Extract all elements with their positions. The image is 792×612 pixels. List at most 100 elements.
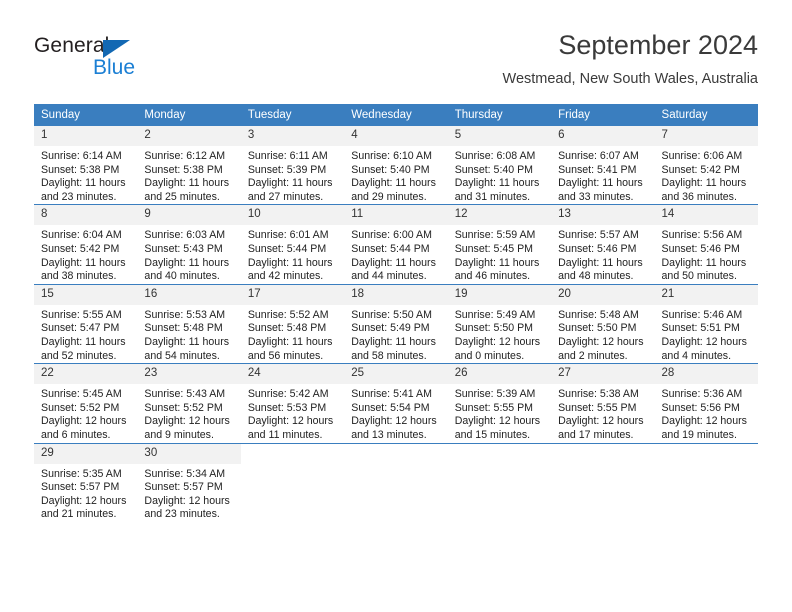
day-cell[interactable]: 21 Sunrise: 5:46 AM Sunset: 5:51 PM Dayl…: [654, 283, 758, 364]
day-details: Sunrise: 5:53 AM Sunset: 5:48 PM Dayligh…: [137, 305, 240, 363]
day-cell[interactable]: 20 Sunrise: 5:48 AM Sunset: 5:50 PM Dayl…: [551, 283, 655, 364]
day-number: 30: [137, 443, 241, 464]
daylight-text-line2: and 13 minutes.: [351, 428, 427, 441]
sunset-text: Sunset: 5:42 PM: [661, 163, 740, 176]
daylight-text-line1: Daylight: 12 hours: [558, 415, 644, 428]
day-number: 15: [34, 284, 138, 305]
day-number: 26: [447, 364, 552, 385]
daylight-text-line2: and 44 minutes.: [351, 270, 427, 283]
day-cell[interactable]: 17 Sunrise: 5:52 AM Sunset: 5:48 PM Dayl…: [240, 283, 345, 364]
sunset-text: Sunset: 5:54 PM: [351, 401, 430, 414]
daylight-text-line2: and 11 minutes.: [247, 428, 323, 441]
day-cell[interactable]: 28 Sunrise: 5:36 AM Sunset: 5:56 PM Dayl…: [654, 363, 758, 443]
daylight-text-line2: and 15 minutes.: [454, 428, 531, 441]
daylight-text-line1: Daylight: 11 hours: [454, 177, 540, 190]
sunset-text: Sunset: 5:49 PM: [351, 322, 430, 335]
day-cell[interactable]: 22 Sunrise: 5:45 AM Sunset: 5:52 PM Dayl…: [34, 363, 138, 443]
daylight-text-line1: Daylight: 12 hours: [558, 335, 644, 348]
sunset-text: Sunset: 5:38 PM: [41, 163, 120, 176]
day-cell[interactable]: 9 Sunrise: 6:03 AM Sunset: 5:43 PM Dayli…: [137, 204, 241, 285]
day-cell[interactable]: 14 Sunrise: 5:56 AM Sunset: 5:46 PM Dayl…: [654, 204, 758, 285]
daylight-text-line1: Daylight: 11 hours: [661, 177, 747, 190]
day-cell[interactable]: 2 Sunrise: 6:12 AM Sunset: 5:38 PM Dayli…: [137, 124, 241, 205]
day-cell[interactable]: 24 Sunrise: 5:42 AM Sunset: 5:53 PM Dayl…: [240, 363, 345, 443]
day-number: 17: [240, 284, 345, 305]
day-cell[interactable]: 8 Sunrise: 6:04 AM Sunset: 5:42 PM Dayli…: [34, 204, 138, 285]
daylight-text-line1: Daylight: 11 hours: [558, 256, 643, 269]
sunset-text: Sunset: 5:47 PM: [41, 322, 120, 335]
day-cell[interactable]: 1 Sunrise: 6:14 AM Sunset: 5:38 PM Dayli…: [34, 124, 138, 205]
daylight-text-line1: Daylight: 12 hours: [661, 415, 747, 428]
daylight-text-line2: and 36 minutes.: [661, 190, 737, 203]
day-cell[interactable]: 7 Sunrise: 6:06 AM Sunset: 5:42 PM Dayli…: [654, 124, 758, 205]
day-cell[interactable]: 3 Sunrise: 6:11 AM Sunset: 5:39 PM Dayli…: [240, 124, 345, 205]
day-cell[interactable]: 19 Sunrise: 5:49 AM Sunset: 5:50 PM Dayl…: [447, 283, 552, 364]
day-number: 1: [34, 126, 138, 146]
sunrise-text: Sunrise: 5:52 AM: [247, 308, 329, 321]
sunset-text: Sunset: 5:38 PM: [144, 163, 223, 176]
day-cell[interactable]: 13 Sunrise: 5:57 AM Sunset: 5:46 PM Dayl…: [551, 204, 655, 285]
sunrise-text: Sunrise: 5:48 AM: [558, 308, 639, 321]
day-cell[interactable]: 5 Sunrise: 6:08 AM Sunset: 5:40 PM Dayli…: [447, 124, 552, 205]
daylight-text-line2: and 29 minutes.: [351, 190, 427, 203]
day-cell[interactable]: 6 Sunrise: 6:07 AM Sunset: 5:41 PM Dayli…: [551, 124, 655, 205]
daylight-text-line1: Daylight: 11 hours: [41, 177, 126, 190]
day-details: Sunrise: 6:03 AM Sunset: 5:43 PM Dayligh…: [137, 225, 240, 283]
daylight-text-line2: and 6 minutes.: [41, 428, 111, 441]
day-details: Sunrise: 6:08 AM Sunset: 5:40 PM Dayligh…: [448, 146, 551, 204]
day-cell[interactable]: 30 Sunrise: 5:34 AM Sunset: 5:57 PM Dayl…: [137, 442, 241, 522]
day-cell[interactable]: 12 Sunrise: 5:59 AM Sunset: 5:45 PM Dayl…: [447, 204, 552, 285]
day-cell[interactable]: 15 Sunrise: 5:55 AM Sunset: 5:47 PM Dayl…: [34, 283, 138, 364]
general-blue-logo[interactable]: General Blue: [34, 34, 204, 90]
daylight-text-line2: and 17 minutes.: [558, 428, 634, 441]
day-cell[interactable]: 25 Sunrise: 5:41 AM Sunset: 5:54 PM Dayl…: [344, 363, 448, 443]
calendar-week-row: 15 Sunrise: 5:55 AM Sunset: 5:47 PM Dayl…: [34, 283, 758, 364]
daylight-text-line2: and 19 minutes.: [661, 428, 737, 441]
weekday-header-wednesday: Wednesday: [344, 104, 448, 126]
sunset-text: Sunset: 5:48 PM: [144, 322, 223, 335]
sunrise-text: Sunrise: 6:00 AM: [351, 229, 432, 242]
day-details: Sunrise: 5:45 AM Sunset: 5:52 PM Dayligh…: [34, 384, 137, 442]
day-details: Sunrise: 5:43 AM Sunset: 5:52 PM Dayligh…: [137, 384, 240, 442]
sunrise-text: Sunrise: 5:50 AM: [351, 308, 432, 321]
calendar-week-row: 29 Sunrise: 5:35 AM Sunset: 5:57 PM Dayl…: [34, 442, 758, 522]
day-cell[interactable]: 27 Sunrise: 5:38 AM Sunset: 5:55 PM Dayl…: [551, 363, 655, 443]
daylight-text-line2: and 23 minutes.: [144, 508, 220, 521]
day-cell[interactable]: 18 Sunrise: 5:50 AM Sunset: 5:49 PM Dayl…: [344, 283, 448, 364]
daylight-text-line2: and 25 minutes.: [144, 190, 220, 203]
sunset-text: Sunset: 5:56 PM: [661, 401, 740, 414]
daylight-text-line1: Daylight: 11 hours: [351, 256, 436, 269]
daylight-text-line2: and 21 minutes.: [41, 508, 117, 521]
daylight-text-line2: and 56 minutes.: [247, 349, 324, 362]
daylight-text-line2: and 42 minutes.: [247, 270, 324, 283]
day-cell[interactable]: 16 Sunrise: 5:53 AM Sunset: 5:48 PM Dayl…: [137, 283, 241, 364]
day-details: Sunrise: 6:06 AM Sunset: 5:42 PM Dayligh…: [655, 146, 758, 204]
day-cell[interactable]: 26 Sunrise: 5:39 AM Sunset: 5:55 PM Dayl…: [447, 363, 552, 443]
daylight-text-line1: Daylight: 12 hours: [454, 335, 541, 348]
day-number: [447, 443, 552, 464]
daylight-text-line1: Daylight: 11 hours: [351, 335, 436, 348]
day-details: Sunrise: 6:07 AM Sunset: 5:41 PM Dayligh…: [551, 146, 654, 204]
daylight-text-line2: and 54 minutes.: [144, 349, 220, 362]
day-cell-empty: [240, 442, 345, 522]
day-cell[interactable]: 4 Sunrise: 6:10 AM Sunset: 5:40 PM Dayli…: [344, 124, 448, 205]
sunset-text: Sunset: 5:40 PM: [454, 163, 534, 176]
day-number: 28: [654, 364, 758, 385]
sunset-text: Sunset: 5:52 PM: [41, 401, 120, 414]
daylight-text-line1: Daylight: 11 hours: [247, 177, 333, 190]
day-cell[interactable]: 11 Sunrise: 6:00 AM Sunset: 5:44 PM Dayl…: [344, 204, 448, 285]
page-subtitle: Westmead, New South Wales, Australia: [502, 71, 758, 87]
day-cell[interactable]: 10 Sunrise: 6:01 AM Sunset: 5:44 PM Dayl…: [240, 204, 345, 285]
day-number: [240, 443, 345, 464]
sunset-text: Sunset: 5:55 PM: [558, 401, 637, 414]
day-cell[interactable]: 29 Sunrise: 5:35 AM Sunset: 5:57 PM Dayl…: [34, 442, 138, 522]
daylight-text-line1: Daylight: 11 hours: [247, 335, 333, 348]
day-details: Sunrise: 5:46 AM Sunset: 5:51 PM Dayligh…: [655, 305, 758, 363]
daylight-text-line1: Daylight: 12 hours: [41, 494, 127, 507]
day-cell[interactable]: 23 Sunrise: 5:43 AM Sunset: 5:52 PM Dayl…: [137, 363, 241, 443]
daylight-text-line2: and 0 minutes.: [454, 349, 525, 362]
day-cell-empty: [344, 442, 448, 522]
sunset-text: Sunset: 5:50 PM: [558, 322, 637, 335]
daylight-text-line1: Daylight: 12 hours: [247, 415, 334, 428]
day-details: Sunrise: 5:39 AM Sunset: 5:55 PM Dayligh…: [448, 384, 551, 442]
